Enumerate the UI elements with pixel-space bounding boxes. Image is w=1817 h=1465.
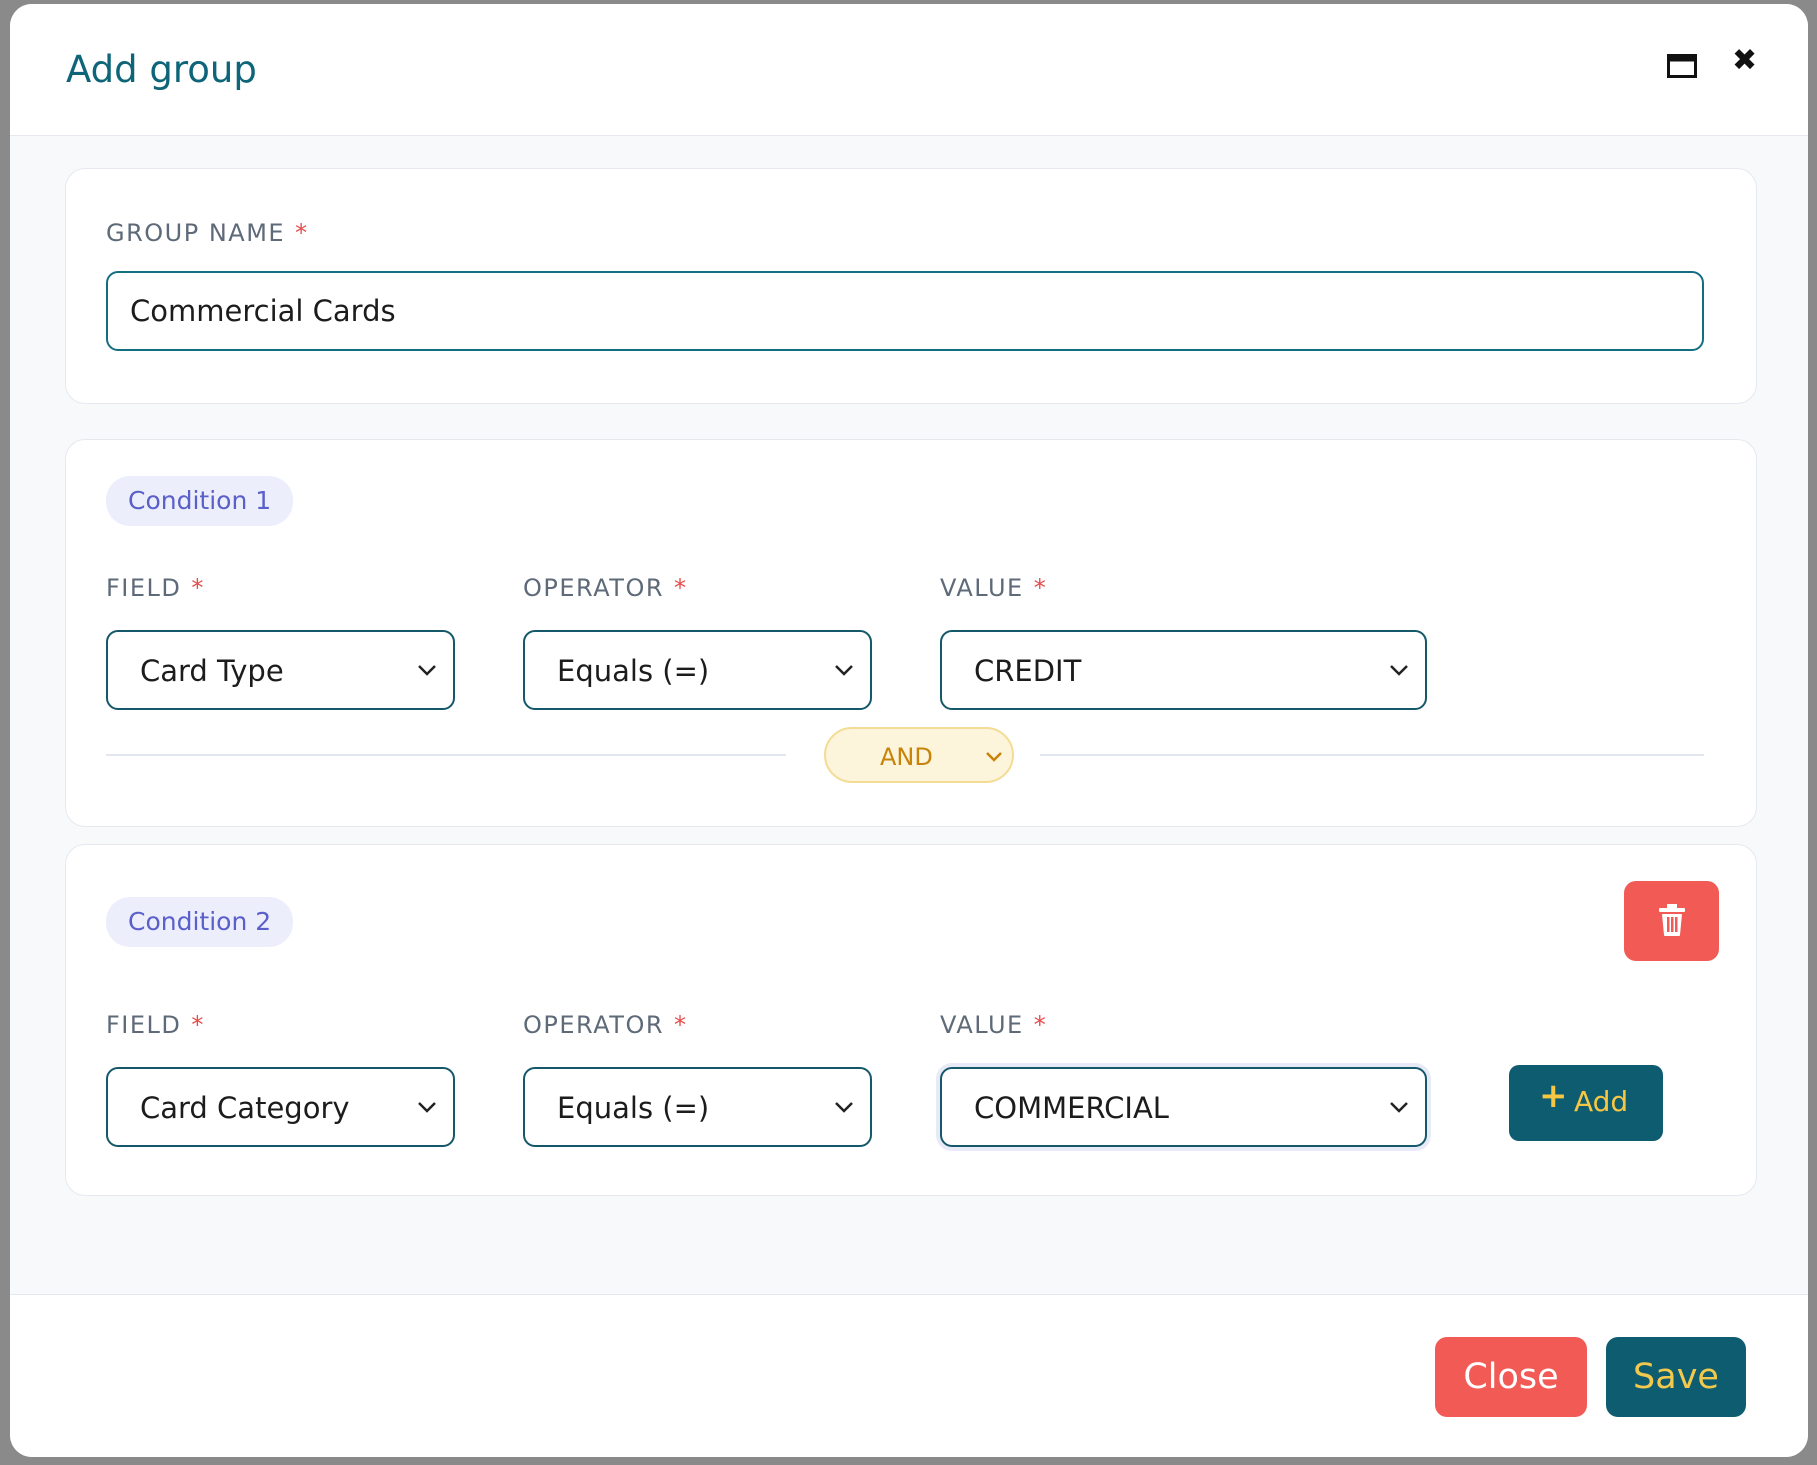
chevron-down-icon — [835, 1102, 853, 1113]
divider-left — [106, 754, 786, 756]
value-label: VALUE * — [940, 1011, 1048, 1039]
chevron-down-icon — [418, 1102, 436, 1113]
condition-badge: Condition 2 — [106, 897, 294, 947]
trash-icon — [1659, 904, 1685, 936]
group-name-card: GROUP NAME * — [65, 168, 1757, 404]
operator-select[interactable]: Equals (=) — [523, 1067, 872, 1147]
operator-select[interactable]: Equals (=) — [523, 630, 872, 710]
modal-body: GROUP NAME* Condition 1 FIELD* OPERATOR*… — [10, 136, 1808, 1294]
modal-header: Add group ✖ — [10, 4, 1808, 136]
value-select[interactable]: CREDIT — [940, 630, 1427, 710]
window-maximize-icon[interactable] — [1667, 54, 1697, 78]
field-select[interactable]: Card Type — [106, 630, 455, 710]
condition-card-2: Condition 2 FIELD * OPERATOR * VALUE * Card… — [65, 844, 1757, 1196]
field-label: FIELD * — [106, 1011, 205, 1039]
modal-footer: Close Save — [10, 1294, 1808, 1457]
plus-icon: + — [1539, 1076, 1568, 1116]
modal-title: Add group — [66, 48, 257, 91]
group-name-input[interactable] — [106, 271, 1704, 351]
value-label: VALUE * — [940, 574, 1048, 602]
close-x-icon[interactable]: ✖ — [1732, 46, 1757, 76]
condition-card-1: Condition 1 FIELD * OPERATOR * VALUE * Card… — [65, 439, 1757, 827]
logic-operator-select[interactable]: AND — [824, 727, 1014, 783]
operator-label: OPERATOR * — [523, 574, 688, 602]
field-select[interactable]: Card Category — [106, 1067, 455, 1147]
add-condition-button[interactable]: + Add — [1509, 1065, 1663, 1141]
add-group-modal: Add group ✖ GROUP NAME* Condition 1 FIEL… — [10, 4, 1808, 1457]
save-button[interactable]: Save — [1606, 1337, 1746, 1417]
chevron-down-icon — [835, 665, 853, 676]
chevron-down-icon — [1390, 665, 1408, 676]
condition-badge: Condition 1 — [106, 476, 294, 526]
chevron-down-icon — [1390, 1102, 1408, 1113]
operator-label: OPERATOR * — [523, 1011, 688, 1039]
field-label: FIELD * — [106, 574, 205, 602]
chevron-down-icon — [986, 752, 1002, 762]
divider-right — [1040, 754, 1704, 756]
add-button-label: Add — [1574, 1085, 1629, 1118]
group-name-label: GROUP NAME * — [106, 219, 309, 247]
close-button[interactable]: Close — [1435, 1337, 1587, 1417]
value-select[interactable]: COMMERCIAL — [940, 1067, 1427, 1147]
delete-condition-button[interactable] — [1624, 881, 1719, 961]
chevron-down-icon — [418, 665, 436, 676]
